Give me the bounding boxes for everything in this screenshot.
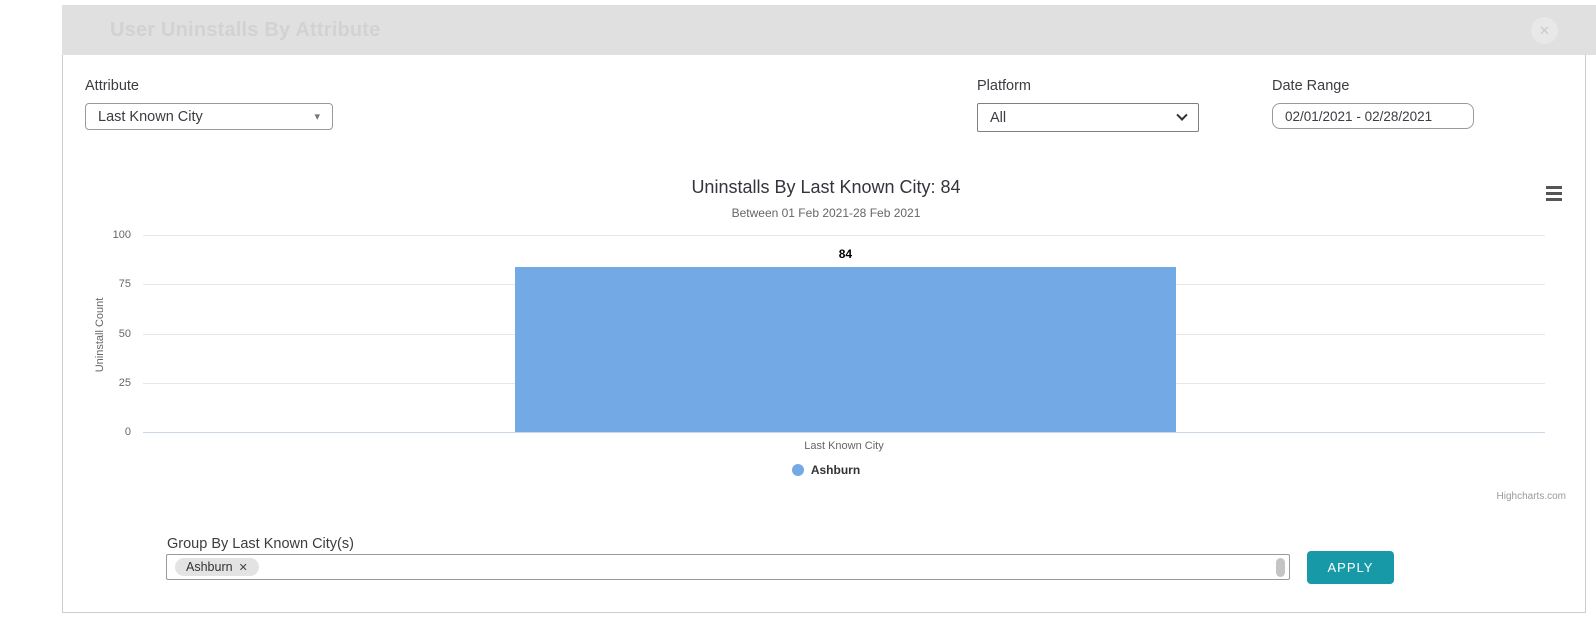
attribute-label: Attribute [85, 78, 333, 94]
y-tick-label: 0 [125, 426, 131, 438]
group-by-label: Group By Last Known City(s) [167, 536, 354, 552]
platform-value: All [990, 110, 1006, 126]
group-by-tag-input[interactable]: Ashburn ✕ [166, 554, 1290, 580]
chart-context-menu-button[interactable] [1546, 186, 1562, 201]
legend-marker-icon [792, 464, 804, 476]
date-range-field: Date Range 02/01/2021 - 02/28/2021 [1272, 78, 1474, 129]
tag-remove-icon[interactable]: ✕ [239, 561, 248, 574]
tag-list: Ashburn ✕ [175, 558, 259, 576]
platform-select[interactable]: All [977, 103, 1199, 132]
bar-column-ashburn[interactable]: 84 [515, 235, 1177, 432]
y-tick-label: 100 [113, 229, 131, 241]
date-range-value: 02/01/2021 - 02/28/2021 [1285, 109, 1432, 124]
chart-legend: Ashburn [82, 463, 1570, 477]
modal-header: User Uninstalls By Attribute ✕ [62, 5, 1596, 55]
plot-area: 84 [143, 235, 1545, 432]
bar-value-label: 84 [515, 247, 1177, 261]
uninstalls-chart: Uninstalls By Last Known City: 84 Betwee… [82, 175, 1570, 510]
y-axis-labels: 0255075100 [82, 235, 131, 432]
attribute-dropdown[interactable]: Last Known City ▾ [85, 103, 333, 130]
date-range-label: Date Range [1272, 78, 1474, 94]
x-axis-title: Last Known City [143, 440, 1545, 452]
modal-title: User Uninstalls By Attribute [110, 19, 380, 42]
tag-ashburn: Ashburn ✕ [175, 558, 259, 576]
y-tick-label: 50 [119, 328, 131, 340]
platform-field: Platform All [977, 78, 1199, 132]
apply-button[interactable]: APPLY [1307, 551, 1394, 584]
dropdown-arrow-icon: ▾ [314, 110, 320, 123]
hamburger-icon [1546, 186, 1562, 189]
attribute-field: Attribute Last Known City ▾ [85, 78, 333, 130]
close-button[interactable]: ✕ [1531, 17, 1558, 44]
y-tick-label: 75 [119, 278, 131, 290]
gridline-0 [143, 432, 1545, 433]
tag-label: Ashburn [186, 560, 233, 574]
y-tick-label: 25 [119, 377, 131, 389]
close-icon: ✕ [1539, 23, 1550, 39]
input-scrollbar-thumb[interactable] [1276, 558, 1285, 577]
date-range-input[interactable]: 02/01/2021 - 02/28/2021 [1272, 103, 1474, 129]
gridline-100 [143, 235, 1545, 236]
platform-label: Platform [977, 78, 1199, 94]
legend-item-ashburn[interactable]: Ashburn [792, 463, 860, 477]
uninstalls-modal: User Uninstalls By Attribute ✕ Attribute… [0, 0, 1596, 624]
chart-title: Uninstalls By Last Known City: 84 [82, 177, 1570, 198]
chart-subtitle: Between 01 Feb 2021-28 Feb 2021 [82, 206, 1570, 220]
legend-label: Ashburn [811, 463, 860, 477]
chevron-down-icon [1176, 109, 1187, 120]
bar-ashburn[interactable] [515, 267, 1177, 432]
highcharts-credits-link[interactable]: Highcharts.com [1497, 491, 1566, 502]
attribute-value: Last Known City [98, 109, 203, 125]
